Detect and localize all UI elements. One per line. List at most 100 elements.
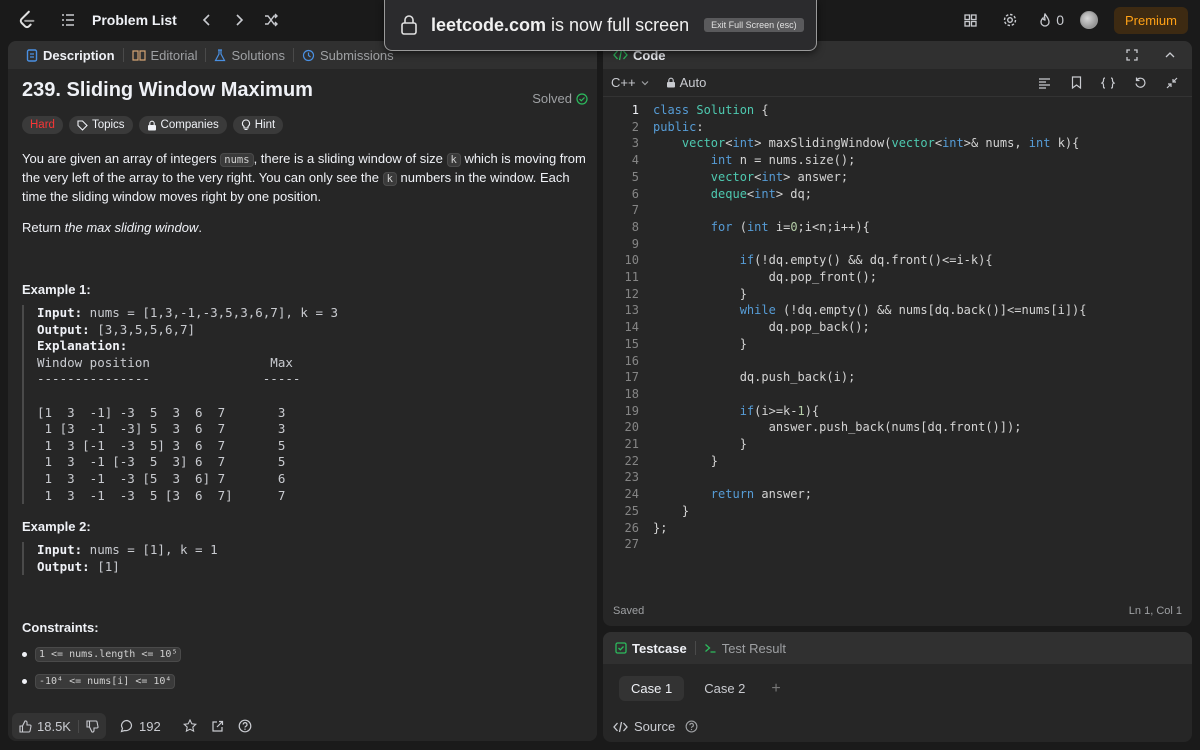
lock-icon: [666, 77, 675, 88]
inline-code: k: [382, 172, 397, 186]
help-button[interactable]: [238, 719, 252, 733]
format-lines-icon[interactable]: [1032, 71, 1056, 95]
fire-icon: [1040, 13, 1050, 27]
chevron-left-icon[interactable]: [195, 8, 219, 32]
code-text: };: [653, 520, 668, 535]
collapse-icon[interactable]: [1160, 71, 1184, 95]
code-text: for (int i=0;i<n;i++){: [710, 219, 870, 234]
example-1-table-row: 1 3 -1 -3 5 [3 6 7] 7: [37, 487, 286, 503]
inline-code: k: [446, 153, 461, 167]
code-line[interactable]: 13 while (!dq.empty() && nums[dq.back()]…: [603, 303, 1192, 320]
code-line[interactable]: 21 }: [603, 437, 1192, 454]
bookmark-icon[interactable]: [1064, 71, 1088, 95]
layout-grid-icon[interactable]: [958, 8, 982, 32]
code-line[interactable]: 3 vector<int> maxSlidingWindow(vector<in…: [603, 136, 1192, 153]
topics-tag[interactable]: Topics: [68, 116, 133, 134]
code-line[interactable]: 11 dq.pop_front();: [603, 270, 1192, 287]
code-line[interactable]: 22 }: [603, 454, 1192, 471]
code-text: if(i>=k-1){: [739, 403, 820, 418]
braces-icon[interactable]: [1096, 71, 1120, 95]
reset-icon[interactable]: [1128, 71, 1152, 95]
streak-counter[interactable]: 0: [1038, 12, 1064, 28]
editor-tools: [1032, 71, 1184, 95]
like-button[interactable]: 18.5K: [12, 719, 78, 734]
hint-tag[interactable]: Hint: [232, 116, 284, 134]
tab-solutions[interactable]: Solutions: [206, 48, 292, 63]
code-line[interactable]: 12 }: [603, 287, 1192, 304]
code-text: answer.push_back(nums[dq.front()]);: [653, 420, 1022, 435]
question-circle-icon: [238, 719, 252, 733]
case-2-tab[interactable]: Case 2: [692, 676, 757, 701]
code-line[interactable]: 18: [603, 387, 1192, 404]
thumbs-up-icon: [19, 719, 32, 733]
gear-icon[interactable]: [998, 8, 1022, 32]
check-circle-icon: [576, 92, 588, 105]
code-line[interactable]: 16: [603, 354, 1192, 371]
lock-icon: [401, 15, 417, 35]
fullscreen-message: leetcode.com is now full screen: [431, 15, 689, 36]
code-line[interactable]: 2 public:: [603, 120, 1192, 137]
companies-tag[interactable]: Companies: [138, 116, 227, 134]
comment-count: 192: [138, 718, 161, 734]
code-line[interactable]: 5 vector<int> answer;: [603, 170, 1192, 187]
code-line[interactable]: 15 }: [603, 337, 1192, 354]
code-line[interactable]: 25 }: [603, 504, 1192, 521]
example-1-table-row: 1 3 [-1 -3 5] 3 6 7 5: [44, 437, 286, 453]
shuffle-icon[interactable]: [259, 8, 283, 32]
code-line[interactable]: 9: [603, 237, 1192, 254]
code-line[interactable]: 10 if(!dq.empty() && dq.front()<=i-k){: [603, 253, 1192, 270]
source-toggle[interactable]: Source: [613, 719, 698, 734]
maximize-icon[interactable]: [1120, 43, 1144, 67]
inline-code: nums: [220, 153, 254, 167]
tab-submissions[interactable]: Submissions: [294, 48, 402, 63]
avatar[interactable]: [1079, 11, 1098, 29]
premium-button[interactable]: Premium: [1113, 6, 1188, 34]
code-text: dq.pop_back();: [653, 320, 870, 335]
code-line[interactable]: 8 for (int i=0;i<n;i++){: [603, 220, 1192, 237]
code-line[interactable]: 24 return answer;: [603, 487, 1192, 504]
code-line[interactable]: 27: [603, 537, 1192, 554]
line-number: 3: [631, 136, 639, 151]
tab-editorial[interactable]: Editorial: [124, 48, 206, 63]
line-number: 22: [624, 453, 639, 468]
add-case-button[interactable]: +: [765, 678, 786, 700]
leetcode-logo-icon[interactable]: [16, 9, 38, 31]
auto-mode-toggle[interactable]: Auto: [666, 75, 706, 90]
code-line[interactable]: 23: [603, 470, 1192, 487]
line-number: 21: [624, 437, 639, 451]
code-line[interactable]: 17 dq.push_back(i);: [603, 370, 1192, 387]
language-select[interactable]: C++: [611, 75, 650, 90]
tab-test-result[interactable]: Test Result: [696, 641, 794, 656]
line-number: 6: [631, 186, 639, 201]
testcase-panel: Testcase Test Result Case 1 Case 2 + Sou…: [603, 632, 1192, 742]
comments-button[interactable]: 192: [120, 719, 161, 734]
code-text: if(!dq.empty() && dq.front()<=i-k){: [739, 253, 993, 268]
problem-list-link[interactable]: Problem List: [92, 12, 177, 28]
tab-description[interactable]: Description: [18, 48, 123, 63]
list-icon[interactable]: [56, 8, 80, 32]
code-line[interactable]: 4 int n = nums.size();: [603, 153, 1192, 170]
code-editor[interactable]: 1 class Solution {2 public: 3 vector<int> m…: [603, 103, 1192, 593]
code-line[interactable]: 6 deque<int> dq;: [603, 187, 1192, 204]
chevron-right-icon[interactable]: [227, 8, 251, 32]
share-button[interactable]: [211, 720, 224, 733]
code-text: }: [653, 453, 719, 468]
constraint-item: 1 <= nums.length <= 10⁵: [22, 647, 588, 663]
code-line[interactable]: 20 answer.push_back(nums[dq.front()]);: [603, 420, 1192, 437]
chevron-up-icon[interactable]: [1158, 43, 1182, 67]
code-line[interactable]: 7: [603, 203, 1192, 220]
code-line[interactable]: 1 class Solution {: [603, 103, 1192, 120]
code-line[interactable]: 19 if(i>=k-1){: [603, 404, 1192, 421]
code-line[interactable]: 14 dq.pop_back();: [603, 320, 1192, 337]
favorite-button[interactable]: [182, 719, 197, 733]
editor-toolbar: C++ Auto: [603, 69, 1192, 97]
tab-testcase[interactable]: Testcase: [613, 641, 695, 656]
line-number: 18: [624, 386, 639, 401]
exit-fullscreen-button[interactable]: Exit Full Screen (esc): [704, 18, 804, 32]
line-number: 27: [624, 537, 639, 552]
dislike-button[interactable]: [77, 719, 106, 733]
history-icon: [302, 49, 315, 61]
code-line[interactable]: 26};: [603, 521, 1192, 538]
constraints-title: Constraints:: [22, 620, 99, 636]
case-1-tab[interactable]: Case 1: [619, 676, 685, 701]
